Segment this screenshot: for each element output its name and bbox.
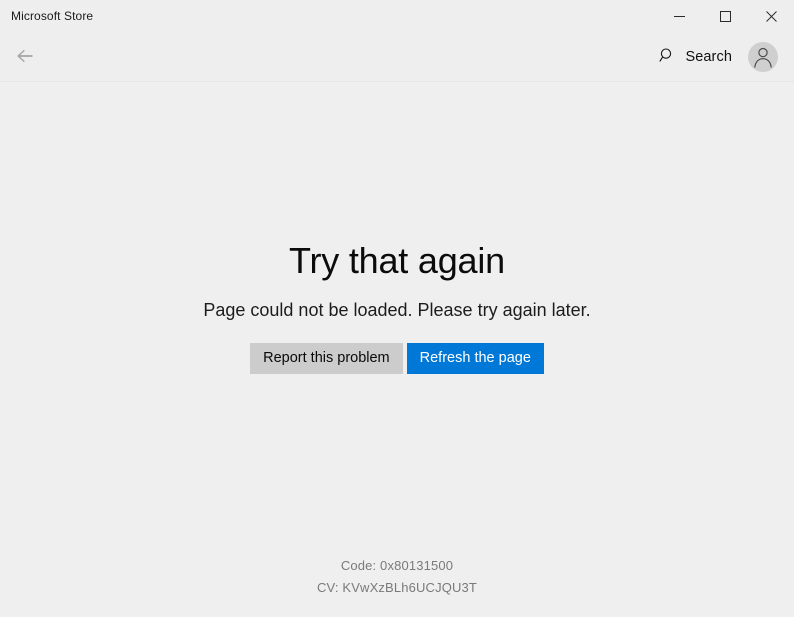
error-subtext: Page could not be loaded. Please try aga… [203, 299, 591, 320]
minimize-icon [673, 11, 685, 22]
diagnostic-codes: Code: 0x80131500 CV: KVwXzBLh6UCJQU3T [0, 555, 794, 599]
refresh-page-button[interactable]: Refresh the page [406, 343, 544, 375]
navigation-bar: Search [0, 32, 794, 82]
navbar-right-group: Search [651, 41, 794, 73]
window-controls [656, 0, 794, 32]
window-title: Microsoft Store [11, 9, 94, 23]
error-heading: Try that again [289, 240, 505, 281]
back-arrow-icon [16, 48, 38, 67]
search-label: Search [685, 49, 732, 65]
error-code-text: Code: 0x80131500 [340, 558, 454, 573]
page-content: Try that again Page could not be loaded.… [0, 82, 794, 617]
minimize-button[interactable] [656, 0, 702, 32]
title-bar: Microsoft Store [0, 0, 794, 32]
close-button[interactable] [748, 0, 794, 32]
report-problem-button[interactable]: Report this problem [250, 343, 403, 375]
maximize-icon [719, 10, 731, 22]
close-icon [765, 10, 777, 22]
error-action-buttons: Report this problem Refresh the page [250, 343, 544, 375]
account-avatar-button[interactable] [748, 42, 778, 72]
correlation-vector-text: CV: KVwXzBLh6UCJQU3T [316, 580, 477, 595]
search-button[interactable]: Search [651, 41, 740, 73]
back-button[interactable] [6, 39, 48, 75]
microsoft-store-window: Microsoft Store Search Try that again Pa… [0, 0, 794, 617]
maximize-button[interactable] [702, 0, 748, 32]
avatar-person-icon [748, 42, 778, 72]
error-state: Try that again Page could not be loaded.… [0, 240, 794, 375]
search-icon [659, 47, 676, 67]
